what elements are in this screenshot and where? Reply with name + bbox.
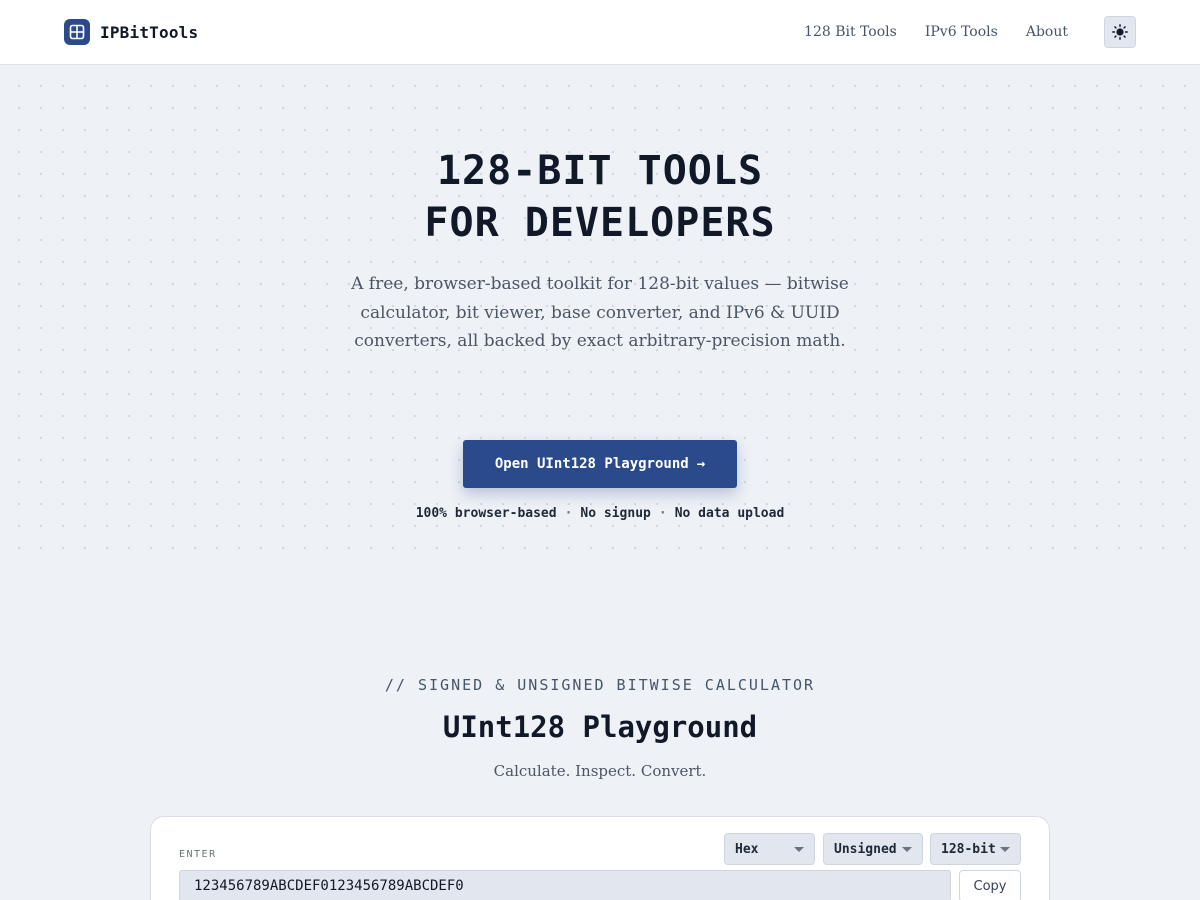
theme-toggle-button[interactable] xyxy=(1104,16,1136,48)
badge-browser-based: 100% browser-based xyxy=(415,506,557,521)
hero-title-line-1: 128-BIT TOOLS xyxy=(436,148,764,194)
bit-width-select-value: 128-bit xyxy=(941,841,996,857)
site-header: IPBitTools 128 Bit Tools IPv6 Tools Abou… xyxy=(0,0,1200,65)
hero-title: 128-BIT TOOLS FOR DEVELOPERS xyxy=(0,145,1200,249)
open-playground-label: Open UInt128 Playground xyxy=(494,456,689,472)
enter-label: ENTER xyxy=(179,849,217,860)
chevron-down-icon xyxy=(902,847,912,852)
hero-title-line-2: FOR DEVELOPERS xyxy=(424,200,776,246)
section-subtitle: Calculate. Inspect. Convert. xyxy=(493,762,707,780)
playground-card: ENTER Hex Unsigned 128-bit Copy xyxy=(150,816,1050,900)
main-nav: 128 Bit Tools IPv6 Tools About xyxy=(804,0,1068,64)
open-playground-button[interactable]: Open UInt128 Playground → xyxy=(463,440,737,488)
bit-width-select[interactable]: 128-bit xyxy=(930,833,1021,865)
hero-subtitle: A free, browser-based toolkit for 128-bi… xyxy=(351,274,849,351)
base-select-value: Hex xyxy=(735,841,759,857)
chevron-down-icon xyxy=(1000,847,1010,852)
nav-link-128-bit-tools[interactable]: 128 Bit Tools xyxy=(804,24,897,40)
sun-icon xyxy=(1112,24,1128,40)
section-eyebrow: // SIGNED & UNSIGNED BITWISE CALCULATOR xyxy=(384,676,816,694)
base-select[interactable]: Hex xyxy=(724,833,815,865)
grid-icon xyxy=(64,19,90,45)
badge-separator: · xyxy=(658,506,667,521)
brand-logo[interactable]: IPBitTools xyxy=(64,19,198,45)
nav-link-ipv6-tools[interactable]: IPv6 Tools xyxy=(925,24,998,40)
chevron-down-icon xyxy=(794,847,804,852)
badge-no-signup: No signup xyxy=(580,506,651,521)
feature-badges: 100% browser-based · No signup · No data upl… xyxy=(0,506,1200,521)
copy-button[interactable]: Copy xyxy=(959,870,1021,900)
section-title: UInt128 Playground xyxy=(442,710,758,744)
sign-select-value: Unsigned xyxy=(834,841,897,857)
badge-separator: · xyxy=(564,506,573,521)
badge-no-data-upload: No data upload xyxy=(674,506,785,521)
value-input[interactable] xyxy=(179,870,951,900)
brand-name: IPBitTools xyxy=(100,22,199,42)
nav-link-about[interactable]: About xyxy=(1026,24,1068,40)
hero-section: 128-BIT TOOLS FOR DEVELOPERS A free, bro… xyxy=(0,65,1200,555)
arrow-right-icon: → xyxy=(696,456,706,472)
sign-select[interactable]: Unsigned xyxy=(823,833,923,865)
